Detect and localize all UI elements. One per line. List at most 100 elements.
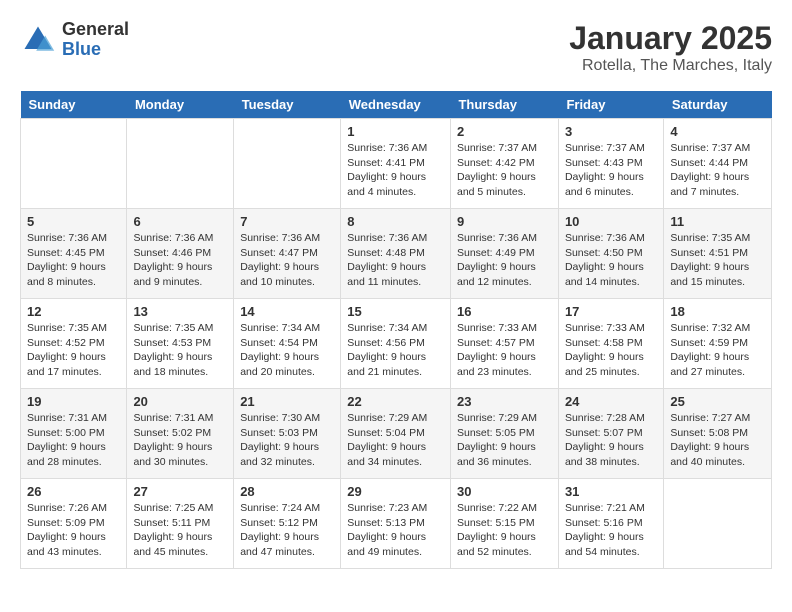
day-number: 7 bbox=[240, 214, 334, 229]
calendar-cell: 2Sunrise: 7:37 AM Sunset: 4:42 PM Daylig… bbox=[450, 119, 558, 209]
calendar-cell: 28 Sunrise: 7:24 AM Sunset: 5:12 PM Dayli… bbox=[234, 479, 341, 569]
day-number: 22 bbox=[347, 394, 444, 409]
calendar-cell: 1Sunrise: 7:36 AM Sunset: 4:41 PM Daylig… bbox=[341, 119, 451, 209]
calendar-cell: 5Sunrise: 7:36 AM Sunset: 4:45 PM Daylig… bbox=[21, 209, 127, 299]
day-number: 4 bbox=[670, 124, 765, 139]
day-info: Sunrise: 7:35 AM Sunset: 4:53 PM Dayligh… bbox=[133, 321, 227, 380]
day-number: 20 bbox=[133, 394, 227, 409]
day-info: Sunrise: 7:34 AM Sunset: 4:56 PM Dayligh… bbox=[347, 321, 444, 380]
day-number: 12 bbox=[27, 304, 120, 319]
day-number: 21 bbox=[240, 394, 334, 409]
day-info: Sunrise: 7:31 AM Sunset: 5:02 PM Dayligh… bbox=[133, 411, 227, 470]
calendar-cell: 31 Sunrise: 7:21 AM Sunset: 5:16 PM Dayli… bbox=[558, 479, 663, 569]
day-info: Sunrise: 7:23 AM Sunset: 5:13 PM Dayligh… bbox=[347, 501, 444, 560]
day-info: Sunrise: 7:33 AM Sunset: 4:57 PM Dayligh… bbox=[457, 321, 552, 380]
week-row-2: 5Sunrise: 7:36 AM Sunset: 4:45 PM Daylig… bbox=[21, 209, 772, 299]
calendar-cell bbox=[234, 119, 341, 209]
calendar-cell: 3 Sunrise: 7:37 AM Sunset: 4:43 PM Daylig… bbox=[558, 119, 663, 209]
day-info: Sunrise: 7:24 AM Sunset: 5:12 PM Dayligh… bbox=[240, 501, 334, 560]
calendar-cell: 23 Sunrise: 7:29 AM Sunset: 5:05 PM Dayli… bbox=[450, 389, 558, 479]
day-info: Sunrise: 7:27 AM Sunset: 5:08 PM Dayligh… bbox=[670, 411, 765, 470]
logo-text: General Blue bbox=[62, 20, 129, 60]
day-number: 25 bbox=[670, 394, 765, 409]
day-number: 26 bbox=[27, 484, 120, 499]
day-number: 27 bbox=[133, 484, 227, 499]
day-info: Sunrise: 7:36 AM Sunset: 4:50 PM Dayligh… bbox=[565, 231, 657, 290]
day-number: 23 bbox=[457, 394, 552, 409]
day-number: 9 bbox=[457, 214, 552, 229]
day-info: Sunrise: 7:37 AM Sunset: 4:43 PM Dayligh… bbox=[565, 141, 657, 200]
day-number: 13 bbox=[133, 304, 227, 319]
day-info: Sunrise: 7:21 AM Sunset: 5:16 PM Dayligh… bbox=[565, 501, 657, 560]
calendar-cell bbox=[664, 479, 772, 569]
day-info: Sunrise: 7:29 AM Sunset: 5:04 PM Dayligh… bbox=[347, 411, 444, 470]
calendar-cell: 29 Sunrise: 7:23 AM Sunset: 5:13 PM Dayli… bbox=[341, 479, 451, 569]
calendar-table: SundayMondayTuesdayWednesdayThursdayFrid… bbox=[20, 91, 772, 569]
calendar-cell bbox=[127, 119, 234, 209]
day-number: 18 bbox=[670, 304, 765, 319]
day-number: 14 bbox=[240, 304, 334, 319]
calendar-cell: 18 Sunrise: 7:32 AM Sunset: 4:59 PM Dayli… bbox=[664, 299, 772, 389]
header-saturday: Saturday bbox=[664, 91, 772, 119]
day-info: Sunrise: 7:22 AM Sunset: 5:15 PM Dayligh… bbox=[457, 501, 552, 560]
day-info: Sunrise: 7:30 AM Sunset: 5:03 PM Dayligh… bbox=[240, 411, 334, 470]
calendar-cell: 20 Sunrise: 7:31 AM Sunset: 5:02 PM Dayli… bbox=[127, 389, 234, 479]
day-info: Sunrise: 7:34 AM Sunset: 4:54 PM Dayligh… bbox=[240, 321, 334, 380]
calendar-cell: 30 Sunrise: 7:22 AM Sunset: 5:15 PM Dayli… bbox=[450, 479, 558, 569]
calendar-cell: 26 Sunrise: 7:26 AM Sunset: 5:09 PM Dayli… bbox=[21, 479, 127, 569]
calendar-cell: 21 Sunrise: 7:30 AM Sunset: 5:03 PM Dayli… bbox=[234, 389, 341, 479]
day-number: 3 bbox=[565, 124, 657, 139]
calendar-cell: 9 Sunrise: 7:36 AM Sunset: 4:49 PM Daylig… bbox=[450, 209, 558, 299]
day-number: 6 bbox=[133, 214, 227, 229]
day-number: 29 bbox=[347, 484, 444, 499]
calendar-cell: 11 Sunrise: 7:35 AM Sunset: 4:51 PM Dayli… bbox=[664, 209, 772, 299]
week-row-5: 26 Sunrise: 7:26 AM Sunset: 5:09 PM Dayli… bbox=[21, 479, 772, 569]
location-title: Rotella, The Marches, Italy bbox=[569, 57, 772, 75]
day-info: Sunrise: 7:35 AM Sunset: 4:51 PM Dayligh… bbox=[670, 231, 765, 290]
header-tuesday: Tuesday bbox=[234, 91, 341, 119]
logo-blue-text: Blue bbox=[62, 40, 129, 60]
day-info: Sunrise: 7:33 AM Sunset: 4:58 PM Dayligh… bbox=[565, 321, 657, 380]
header-thursday: Thursday bbox=[450, 91, 558, 119]
calendar-cell: 6 Sunrise: 7:36 AM Sunset: 4:46 PM Daylig… bbox=[127, 209, 234, 299]
day-number: 31 bbox=[565, 484, 657, 499]
day-info: Sunrise: 7:29 AM Sunset: 5:05 PM Dayligh… bbox=[457, 411, 552, 470]
day-number: 8 bbox=[347, 214, 444, 229]
day-info: Sunrise: 7:36 AM Sunset: 4:45 PM Dayligh… bbox=[27, 231, 120, 290]
logo-icon bbox=[20, 22, 56, 58]
calendar-cell: 10Sunrise: 7:36 AM Sunset: 4:50 PM Dayli… bbox=[558, 209, 663, 299]
day-number: 16 bbox=[457, 304, 552, 319]
week-row-1: 1Sunrise: 7:36 AM Sunset: 4:41 PM Daylig… bbox=[21, 119, 772, 209]
logo-general-text: General bbox=[62, 20, 129, 40]
day-info: Sunrise: 7:26 AM Sunset: 5:09 PM Dayligh… bbox=[27, 501, 120, 560]
day-info: Sunrise: 7:37 AM Sunset: 4:42 PM Dayligh… bbox=[457, 141, 552, 200]
day-info: Sunrise: 7:28 AM Sunset: 5:07 PM Dayligh… bbox=[565, 411, 657, 470]
calendar-cell: 13 Sunrise: 7:35 AM Sunset: 4:53 PM Dayli… bbox=[127, 299, 234, 389]
week-row-4: 19Sunrise: 7:31 AM Sunset: 5:00 PM Dayli… bbox=[21, 389, 772, 479]
day-number: 15 bbox=[347, 304, 444, 319]
day-info: Sunrise: 7:35 AM Sunset: 4:52 PM Dayligh… bbox=[27, 321, 120, 380]
header-monday: Monday bbox=[127, 91, 234, 119]
day-info: Sunrise: 7:36 AM Sunset: 4:49 PM Dayligh… bbox=[457, 231, 552, 290]
calendar-cell: 8Sunrise: 7:36 AM Sunset: 4:48 PM Daylig… bbox=[341, 209, 451, 299]
header-wednesday: Wednesday bbox=[341, 91, 451, 119]
week-row-3: 12 Sunrise: 7:35 AM Sunset: 4:52 PM Dayli… bbox=[21, 299, 772, 389]
day-number: 1 bbox=[347, 124, 444, 139]
header-sunday: Sunday bbox=[21, 91, 127, 119]
day-info: Sunrise: 7:32 AM Sunset: 4:59 PM Dayligh… bbox=[670, 321, 765, 380]
day-info: Sunrise: 7:36 AM Sunset: 4:46 PM Dayligh… bbox=[133, 231, 227, 290]
day-number: 28 bbox=[240, 484, 334, 499]
calendar-cell: 24Sunrise: 7:28 AM Sunset: 5:07 PM Dayli… bbox=[558, 389, 663, 479]
calendar-cell: 14 Sunrise: 7:34 AM Sunset: 4:54 PM Dayli… bbox=[234, 299, 341, 389]
calendar-cell: 7 Sunrise: 7:36 AM Sunset: 4:47 PM Daylig… bbox=[234, 209, 341, 299]
calendar-cell: 16 Sunrise: 7:33 AM Sunset: 4:57 PM Dayli… bbox=[450, 299, 558, 389]
day-number: 30 bbox=[457, 484, 552, 499]
page-header: General Blue January 2025 Rotella, The M… bbox=[20, 20, 772, 75]
day-number: 11 bbox=[670, 214, 765, 229]
day-number: 17 bbox=[565, 304, 657, 319]
header-friday: Friday bbox=[558, 91, 663, 119]
calendar-cell: 19Sunrise: 7:31 AM Sunset: 5:00 PM Dayli… bbox=[21, 389, 127, 479]
calendar-cell bbox=[21, 119, 127, 209]
calendar-cell: 22 Sunrise: 7:29 AM Sunset: 5:04 PM Dayli… bbox=[341, 389, 451, 479]
day-info: Sunrise: 7:36 AM Sunset: 4:47 PM Dayligh… bbox=[240, 231, 334, 290]
